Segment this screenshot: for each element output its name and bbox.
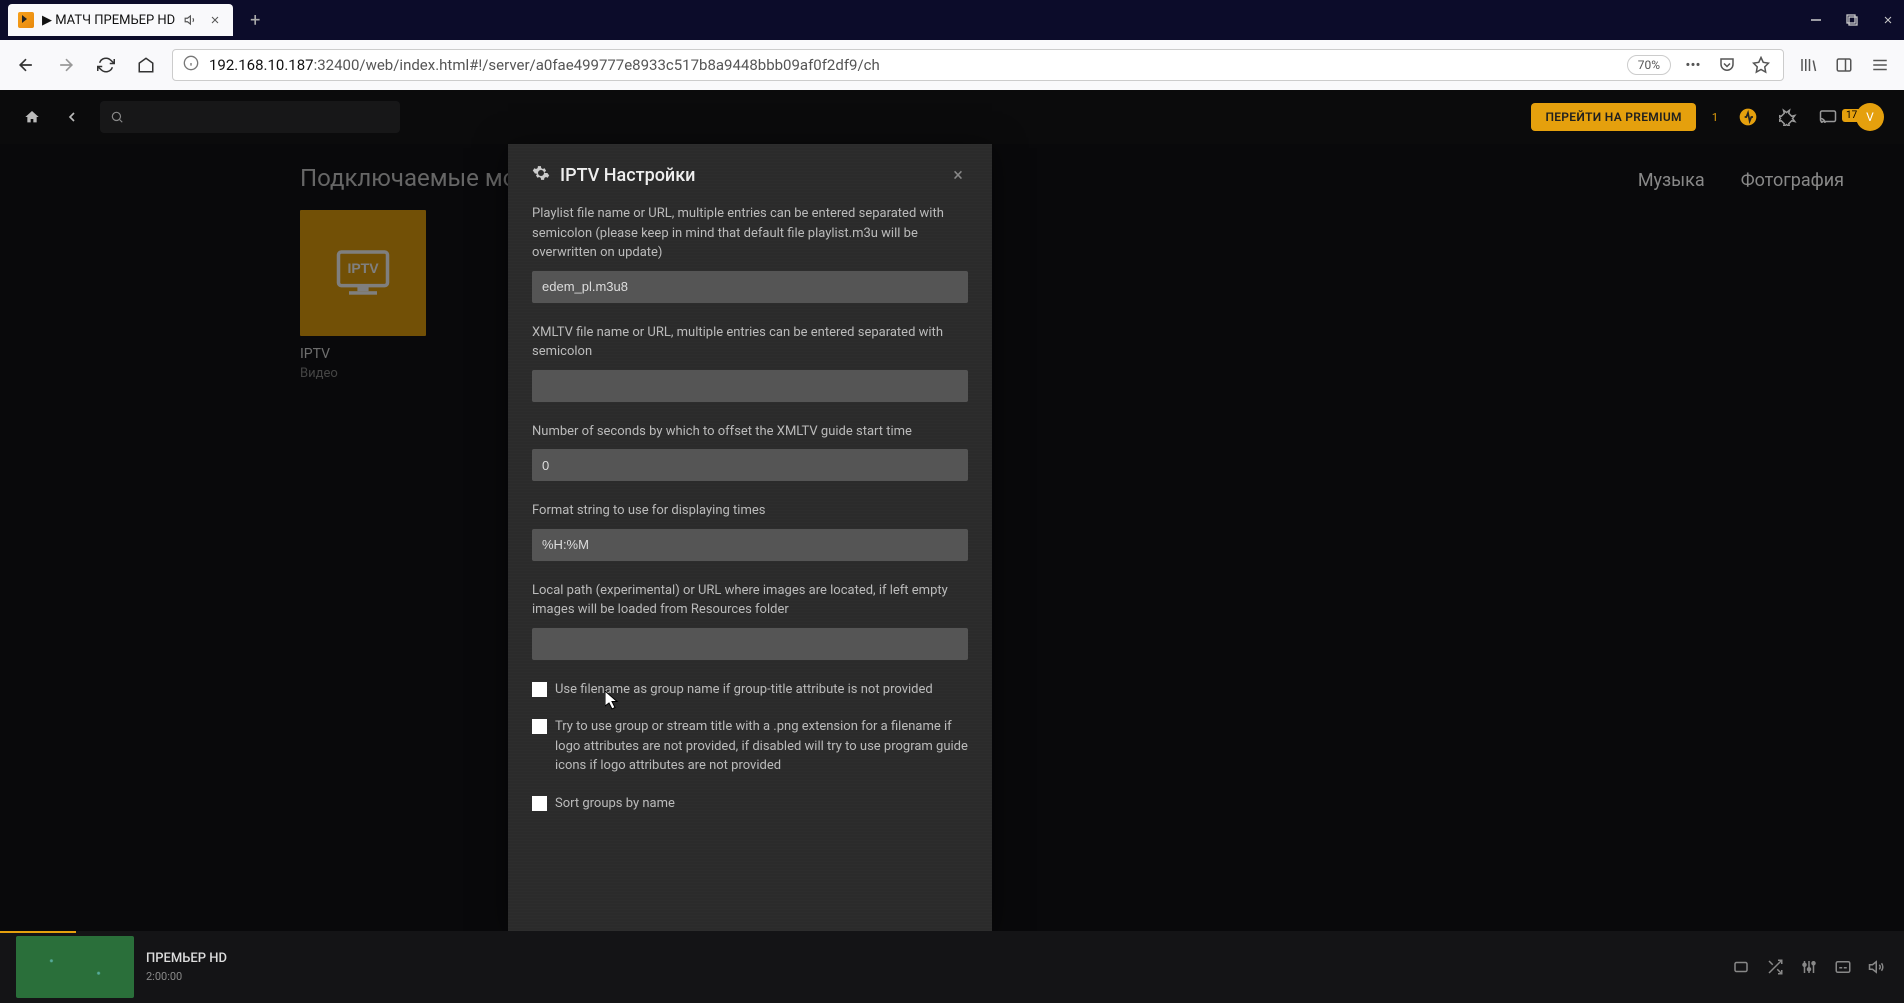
playlist-label: Playlist file name or URL, multiple entr… [532, 204, 968, 263]
browser-tab[interactable]: ▶ МАТЧ ПРЕМЬЕР HD [8, 4, 233, 36]
tab-music[interactable]: Музыка [1638, 170, 1705, 191]
tab-title: ▶ МАТЧ ПРЕМЬЕР HD [42, 13, 175, 28]
browser-toolbar: 192.168.10.187:32400/web/index.html#!/se… [0, 40, 1904, 90]
shuffle-icon[interactable] [1764, 956, 1786, 978]
url-text: 192.168.10.187:32400/web/index.html#!/se… [209, 56, 1617, 74]
use-filename-checkbox[interactable] [532, 682, 547, 697]
try-group-checkbox[interactable] [532, 719, 547, 734]
localpath-label: Local path (experimental) or URL where i… [532, 581, 968, 620]
avatar-badge: 17 [1842, 109, 1861, 122]
search-icon [110, 110, 124, 124]
use-filename-label: Use filename as group name if group-titl… [555, 680, 933, 700]
player-title: ПРЕМЬЕР HD [146, 951, 227, 966]
new-tab-button[interactable]: + [241, 6, 269, 34]
activity-icon[interactable] [1736, 105, 1760, 129]
home-button[interactable] [132, 51, 160, 79]
offset-input[interactable] [532, 449, 968, 481]
audio-icon[interactable] [183, 12, 199, 28]
modal-close-button[interactable]: × [948, 165, 968, 185]
settings-icon[interactable] [1776, 105, 1800, 129]
sort-groups-checkbox[interactable] [532, 796, 547, 811]
minimize-icon[interactable] [1808, 12, 1824, 28]
url-bar[interactable]: 192.168.10.187:32400/web/index.html#!/se… [172, 49, 1784, 81]
browser-titlebar: ▶ МАТЧ ПРЕМЬЕР HD + [0, 0, 1904, 40]
close-icon[interactable] [207, 12, 223, 28]
gear-icon [532, 164, 550, 186]
content-area: Подключаемые моду IPTV IPTV Видео Музыка… [0, 144, 1904, 931]
menu-icon[interactable] [1868, 53, 1892, 77]
player-time: 2:00:00 [146, 970, 227, 983]
bookmark-icon[interactable] [1749, 53, 1773, 77]
player-bar: ПРЕМЬЕР HD 2:00:00 [0, 931, 1904, 1003]
nav-back-button[interactable] [12, 51, 40, 79]
localpath-input[interactable] [532, 628, 968, 660]
plex-search[interactable] [100, 101, 400, 133]
sort-groups-label: Sort groups by name [555, 794, 675, 814]
window-close-icon[interactable] [1880, 12, 1896, 28]
tab-photo[interactable]: Фотография [1741, 170, 1844, 191]
try-group-label: Try to use group or stream title with a … [555, 717, 968, 776]
repeat-icon[interactable] [1730, 956, 1752, 978]
maximize-icon[interactable] [1844, 12, 1860, 28]
sidebar-icon[interactable] [1832, 53, 1856, 77]
format-label: Format string to use for displaying time… [532, 501, 968, 521]
library-tabs: Музыка Фотография [1638, 170, 1844, 191]
xmltv-input[interactable] [532, 370, 968, 402]
plex-favicon-icon [18, 12, 34, 28]
zoom-badge[interactable]: 70% [1627, 55, 1671, 75]
settings-modal: IPTV Настройки × Playlist file name or U… [508, 144, 992, 931]
format-input[interactable] [532, 529, 968, 561]
library-icon[interactable] [1796, 53, 1820, 77]
reload-button[interactable] [92, 51, 120, 79]
xmltv-label: XMLTV file name or URL, multiple entries… [532, 323, 968, 362]
playlist-input[interactable] [532, 271, 968, 303]
equalizer-icon[interactable] [1798, 956, 1820, 978]
tab-group: ▶ МАТЧ ПРЕМЬЕР HD + [8, 4, 269, 36]
pocket-icon[interactable] [1715, 53, 1739, 77]
window-controls [1808, 12, 1896, 28]
info-icon[interactable] [183, 55, 199, 75]
cast-icon[interactable] [1816, 105, 1840, 129]
modal-title: IPTV Настройки [560, 165, 695, 186]
avatar[interactable]: 17 V [1856, 103, 1884, 131]
plex-back-icon[interactable] [60, 105, 84, 129]
player-thumbnail[interactable] [16, 936, 134, 998]
activity-count: 1 [1712, 111, 1718, 124]
plex-home-icon[interactable] [20, 105, 44, 129]
player-info: ПРЕМЬЕР HD 2:00:00 [146, 951, 227, 983]
plex-header: ПЕРЕЙТИ НА PREMIUM 1 17 V [0, 90, 1904, 144]
offset-label: Number of seconds by which to offset the… [532, 422, 968, 442]
subtitle-icon[interactable] [1832, 956, 1854, 978]
nav-forward-button[interactable] [52, 51, 80, 79]
volume-icon[interactable] [1866, 956, 1888, 978]
more-icon[interactable]: ••• [1681, 53, 1705, 77]
player-progress[interactable] [0, 931, 76, 933]
premium-button[interactable]: ПЕРЕЙТИ НА PREMIUM [1531, 103, 1695, 131]
